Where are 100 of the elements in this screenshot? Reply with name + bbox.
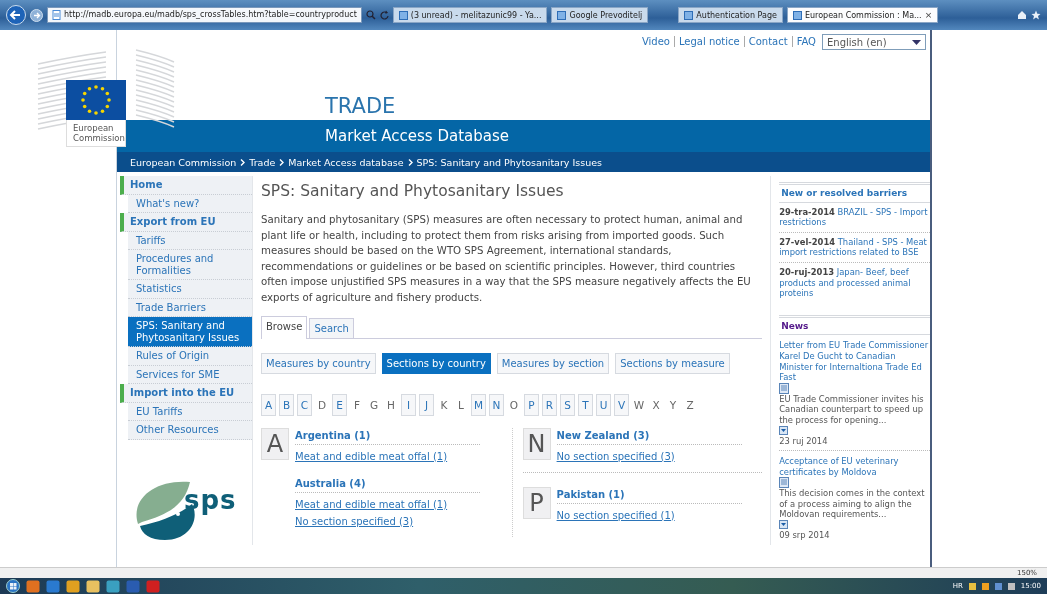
breadcrumb-link[interactable]: SPS: Sanitary and Phytosanitary Issues — [416, 156, 602, 168]
taskbar-app-icon[interactable] — [66, 579, 80, 593]
section-heading: New or resolved barriers — [779, 182, 930, 203]
start-button[interactable] — [6, 579, 20, 593]
breadcrumb-link[interactable]: Market Access database — [288, 156, 404, 168]
letter-link[interactable]: R — [542, 393, 557, 416]
letter-link[interactable]: J — [419, 393, 434, 416]
barrier-link[interactable]: 20-ruj-2013 Japan- Beef, beef products and processed animal proteins — [779, 262, 930, 303]
news-date: 23 ruj 2014 — [779, 435, 829, 447]
section-link[interactable]: Meat and edible meat offal (1) — [295, 450, 448, 462]
view-button[interactable]: Sections by country — [381, 352, 491, 374]
country-link[interactable]: Argentina (1) — [295, 427, 480, 445]
letter-link[interactable]: M — [471, 393, 486, 416]
taskbar-app-icon[interactable] — [46, 579, 60, 593]
site-title: TRADE — [325, 94, 396, 118]
sidebar-link[interactable]: Home — [120, 176, 252, 195]
letter-link[interactable]: U — [596, 393, 611, 416]
sidebar-link[interactable]: Statistics — [128, 280, 252, 299]
sidebar-link[interactable]: Export from EU — [120, 213, 252, 232]
country-link[interactable]: New Zealand (3) — [556, 427, 742, 445]
top-link[interactable]: Video — [641, 36, 670, 47]
letter-text: F — [352, 397, 361, 413]
tab[interactable]: Search — [309, 317, 354, 338]
country-link[interactable]: Pakistan (1) — [556, 486, 742, 504]
chevron-icon — [407, 158, 413, 166]
letter-link[interactable]: E — [332, 393, 347, 416]
letter-text: K — [439, 397, 449, 413]
news-link[interactable]: Acceptance of EU veterinary certificates by Moldova — [779, 456, 930, 489]
search-icon[interactable] — [365, 10, 376, 20]
home-icon[interactable] — [1017, 10, 1027, 20]
star-icon[interactable] — [1031, 10, 1041, 20]
letter-link[interactable]: S — [560, 393, 575, 416]
letter-link[interactable]: B — [279, 393, 294, 416]
letter-link[interactable]: N — [489, 393, 504, 416]
letter-link[interactable]: T — [578, 393, 593, 416]
sidebar-link[interactable]: Rules of Origin — [128, 347, 252, 366]
letter-link[interactable]: C — [297, 393, 312, 416]
caret-icon — [912, 39, 921, 45]
expand-icon[interactable] — [779, 425, 789, 435]
letter-link[interactable]: A — [261, 393, 276, 416]
page-icon — [793, 10, 802, 20]
view-button[interactable]: Sections by measure — [615, 352, 730, 374]
letter-text: O — [508, 397, 520, 413]
language-select[interactable]: English (en) — [822, 34, 926, 50]
section-link[interactable]: No section specified (3) — [556, 450, 675, 462]
page-icon — [398, 10, 408, 20]
refresh-icon[interactable] — [379, 10, 389, 20]
chevron-icon — [240, 158, 246, 166]
page-icon — [557, 10, 567, 20]
top-link[interactable]: FAQ — [791, 36, 816, 47]
index-letter: P — [522, 486, 551, 519]
index-letter: N — [522, 427, 551, 460]
top-link[interactable]: Legal notice — [673, 36, 740, 47]
browser-tab[interactable]: Google Prevoditelj — [551, 7, 649, 23]
browser-tab[interactable]: (3 unread) - melitazunic99 - Ya... — [392, 7, 548, 23]
barrier-link[interactable]: 29-tra-2014 BRAZIL - SPS - Import restrictions — [779, 202, 930, 233]
news-summary: This decision comes in the context of a process aiming to align the Moldovan requirements... — [779, 488, 925, 520]
taskbar-app-icon[interactable] — [86, 579, 100, 593]
country-link[interactable]: Australia (4) — [295, 475, 480, 493]
view-button[interactable]: Measures by country — [261, 352, 376, 374]
barrier-link[interactable]: 27-vel-2014 Thailand - SPS - Meat import restrictions related to BSE — [779, 232, 930, 263]
close-tab-button[interactable]: × — [924, 10, 933, 20]
top-link[interactable]: Contact — [743, 36, 788, 47]
letter-link[interactable]: P — [524, 393, 539, 416]
chevron-icon — [279, 158, 285, 166]
news-date: 09 srp 2014 — [779, 530, 831, 541]
section-link[interactable]: No section specified (1) — [556, 509, 675, 521]
letter-text: G — [368, 397, 380, 413]
taskbar-app-icon[interactable] — [26, 579, 40, 593]
news-summary: EU Trade Commissioner invites his Canadian counterpart to speed up the process for opening... — [779, 393, 924, 425]
index-letter: A — [261, 427, 289, 460]
letter-text: X — [651, 397, 661, 413]
breadcrumb-link[interactable]: Trade — [249, 156, 276, 168]
letter-text: H — [386, 397, 396, 413]
tab[interactable]: Browse — [261, 315, 308, 339]
letter-link[interactable]: I — [401, 393, 416, 416]
back-button[interactable] — [6, 5, 26, 25]
letter-link[interactable]: V — [614, 393, 629, 416]
sidebar-link[interactable]: Import into the EU — [120, 384, 252, 403]
expand-icon[interactable] — [779, 520, 789, 530]
document-icon — [779, 477, 790, 489]
section-link[interactable]: No section specified (3) — [295, 515, 414, 527]
logo-text: sps — [184, 484, 237, 515]
forward-button[interactable] — [30, 8, 43, 22]
letter-text: D — [316, 397, 328, 413]
taskbar-app-icon[interactable] — [106, 579, 120, 593]
view-button[interactable]: Measures by section — [496, 352, 610, 374]
news-link[interactable]: Letter from EU Trade Commissioner Karel De Gucht to Canadian Minister for Internaltiona Trade Ed Fast — [779, 340, 930, 394]
document-icon — [779, 382, 790, 394]
sidebar-link[interactable]: SPS: Sanitary and Phytosanitary Issues — [128, 317, 252, 347]
sidebar-link[interactable]: Other Resources — [128, 421, 252, 440]
page-icon — [684, 10, 694, 20]
sidebar-link[interactable]: Procedures and Formalities — [128, 250, 252, 280]
browser-tab[interactable]: Authentication Page — [678, 7, 783, 23]
letter-text: Z — [685, 397, 695, 413]
breadcrumb-link[interactable]: European Commission — [130, 156, 237, 168]
address-field[interactable]: http://madb.europa.eu/madb/sps_crossTables.htm?table=countryproduct — [47, 7, 362, 23]
section-link[interactable]: Meat and edible meat offal (1) — [295, 498, 448, 510]
page-title: SPS: Sanitary and Phytosanitary Issues — [261, 182, 565, 200]
browser-tab[interactable]: European Commission : Ma... × — [787, 7, 939, 23]
